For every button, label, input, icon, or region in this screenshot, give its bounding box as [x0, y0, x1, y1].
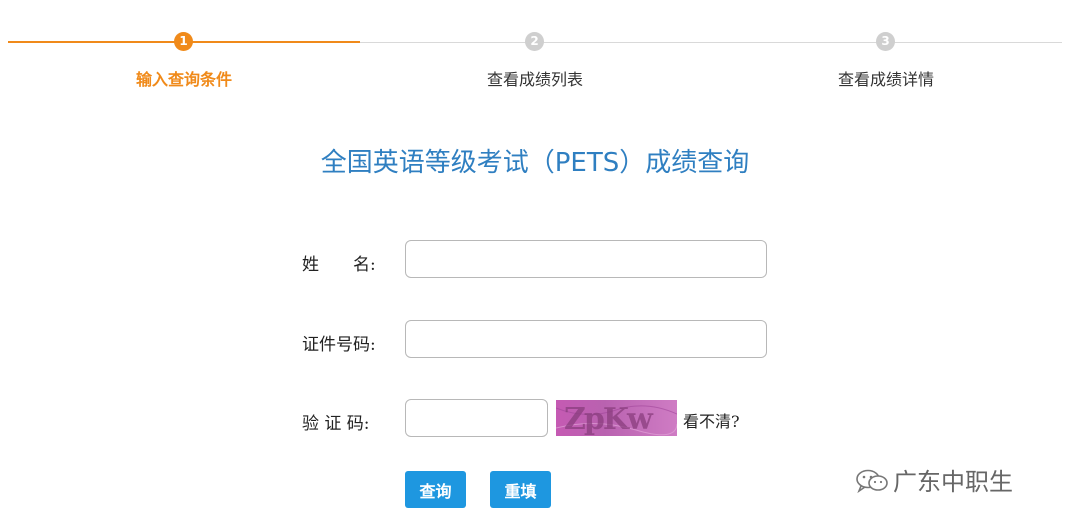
- watermark-text: 广东中职生: [893, 468, 1013, 496]
- step-2-label: 查看成绩列表: [486, 70, 583, 89]
- id-number-label: 证件号码:: [302, 335, 376, 355]
- captcha-graphic: ZpKw: [556, 402, 677, 436]
- step-1-badge: 1: [174, 32, 193, 51]
- id-number-input[interactable]: [405, 320, 767, 358]
- wechat-icon: [855, 468, 889, 500]
- step-1-label: 输入查询条件: [135, 70, 232, 89]
- step-progress-line-inactive: [360, 42, 1062, 43]
- captcha-refresh-link[interactable]: 看不清?: [683, 408, 740, 432]
- captcha-label: 验 证 码:: [302, 414, 370, 434]
- captcha-text: ZpKw: [564, 402, 654, 436]
- name-input[interactable]: [405, 240, 767, 278]
- captcha-image[interactable]: ZpKw: [556, 400, 677, 436]
- query-button[interactable]: 查询: [405, 471, 466, 508]
- reset-button[interactable]: 重填: [490, 471, 551, 508]
- captcha-input[interactable]: [405, 399, 548, 437]
- step-3-badge: 3: [876, 32, 895, 51]
- name-label: 姓 名:: [302, 255, 376, 275]
- step-3-label: 查看成绩详情: [837, 70, 934, 89]
- step-2-badge: 2: [525, 32, 544, 51]
- page-title: 全国英语等级考试（PETS）成绩查询: [320, 148, 750, 178]
- watermark: 广东中职生: [855, 462, 1013, 500]
